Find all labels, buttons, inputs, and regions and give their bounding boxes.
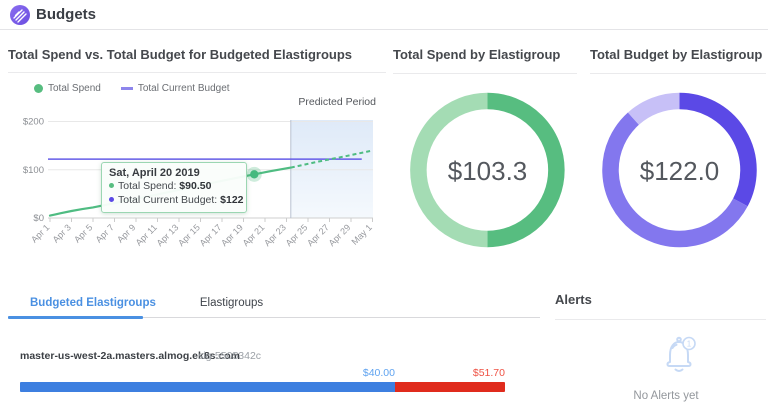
x-axis-label: Apr 5 xyxy=(72,222,94,244)
legend-label: Total Spend xyxy=(48,83,101,94)
x-axis-label: Apr 7 xyxy=(94,222,116,244)
hover-point-icon[interactable] xyxy=(250,170,258,178)
x-axis-label: Apr 15 xyxy=(176,222,202,248)
tooltip-row-budget: Total Current Budget: $122 xyxy=(109,194,239,208)
elastigroup-id: sig-5505342c xyxy=(198,350,261,362)
y-axis-label: $200 xyxy=(23,117,44,128)
x-axis-label: Apr 3 xyxy=(51,222,73,244)
tooltip-date: Sat, April 20 2019 xyxy=(109,167,239,179)
divider xyxy=(8,72,386,73)
x-axis-label: Apr 11 xyxy=(134,222,159,247)
y-axis-label: $100 xyxy=(23,165,44,176)
x-axis-label: Apr 17 xyxy=(198,222,224,248)
spend-vs-budget-title: Total Spend vs. Total Budget for Budgete… xyxy=(8,47,352,62)
overage-bar-segment xyxy=(395,382,505,392)
divider xyxy=(555,319,766,320)
no-alerts-text: No Alerts yet xyxy=(555,390,768,402)
chart-tooltip: Sat, April 20 2019 Total Spend: $90.50 T… xyxy=(101,162,247,213)
donut-segment[interactable] xyxy=(633,101,679,119)
legend-dot-icon xyxy=(34,84,43,93)
bell-badge-count: 1 xyxy=(687,340,692,349)
x-axis-label: May 1 xyxy=(350,222,374,246)
spend-amount-label: $51.70 xyxy=(20,367,505,379)
tooltip-value: $90.50 xyxy=(179,180,211,192)
tab-elastigroups[interactable]: Elastigroups xyxy=(178,295,285,319)
budget-bullet-icon xyxy=(109,197,114,202)
tooltip-label: Total Current Budget: xyxy=(118,194,220,206)
budgets-page: Budgets Total Spend vs. Total Budget for… xyxy=(0,0,768,414)
page-header: Budgets xyxy=(0,0,768,30)
donut-segment[interactable] xyxy=(680,101,749,202)
spend-donut-title: Total Spend by Elastigroup xyxy=(393,47,560,62)
tooltip-value: $122 xyxy=(220,194,243,206)
spend-donut-value: $103.3 xyxy=(400,156,575,187)
budget-bar-segment xyxy=(20,382,395,392)
y-axis-label: $0 xyxy=(33,213,44,224)
x-axis-label: Apr 25 xyxy=(284,222,310,248)
bell-icon: 1 xyxy=(654,329,704,379)
predicted-period-region xyxy=(291,120,373,218)
chart-legend: Total Spend Total Current Budget xyxy=(34,83,230,94)
active-tab-indicator xyxy=(8,316,143,319)
x-axis-label: Apr 27 xyxy=(305,222,331,248)
spend-bullet-icon xyxy=(109,183,114,188)
tooltip-label: Total Spend: xyxy=(118,180,179,192)
x-axis-label: Apr 1 xyxy=(29,222,51,244)
x-axis-label: Apr 13 xyxy=(155,222,181,248)
budget-donut-value: $122.0 xyxy=(592,156,767,187)
legend-item[interactable]: Total Current Budget xyxy=(121,83,230,94)
divider xyxy=(590,73,766,74)
legend-label: Total Current Budget xyxy=(138,83,230,94)
legend-item[interactable]: Total Spend xyxy=(34,83,101,94)
budget-donut-title: Total Budget by Elastigroup xyxy=(590,47,762,62)
budget-progress-bar[interactable] xyxy=(20,382,505,392)
legend-line-icon xyxy=(121,87,133,90)
x-axis-label: Apr 19 xyxy=(219,222,245,248)
x-axis-label: Apr 23 xyxy=(262,222,288,248)
tooltip-row-spend: Total Spend: $90.50 xyxy=(109,180,239,194)
page-title: Budgets xyxy=(36,0,96,30)
x-axis-label: Apr 29 xyxy=(327,222,353,248)
alerts-title: Alerts xyxy=(555,292,592,307)
divider xyxy=(393,73,577,74)
x-axis-label: Apr 21 xyxy=(241,222,267,248)
spotinst-logo-icon[interactable] xyxy=(10,5,30,25)
